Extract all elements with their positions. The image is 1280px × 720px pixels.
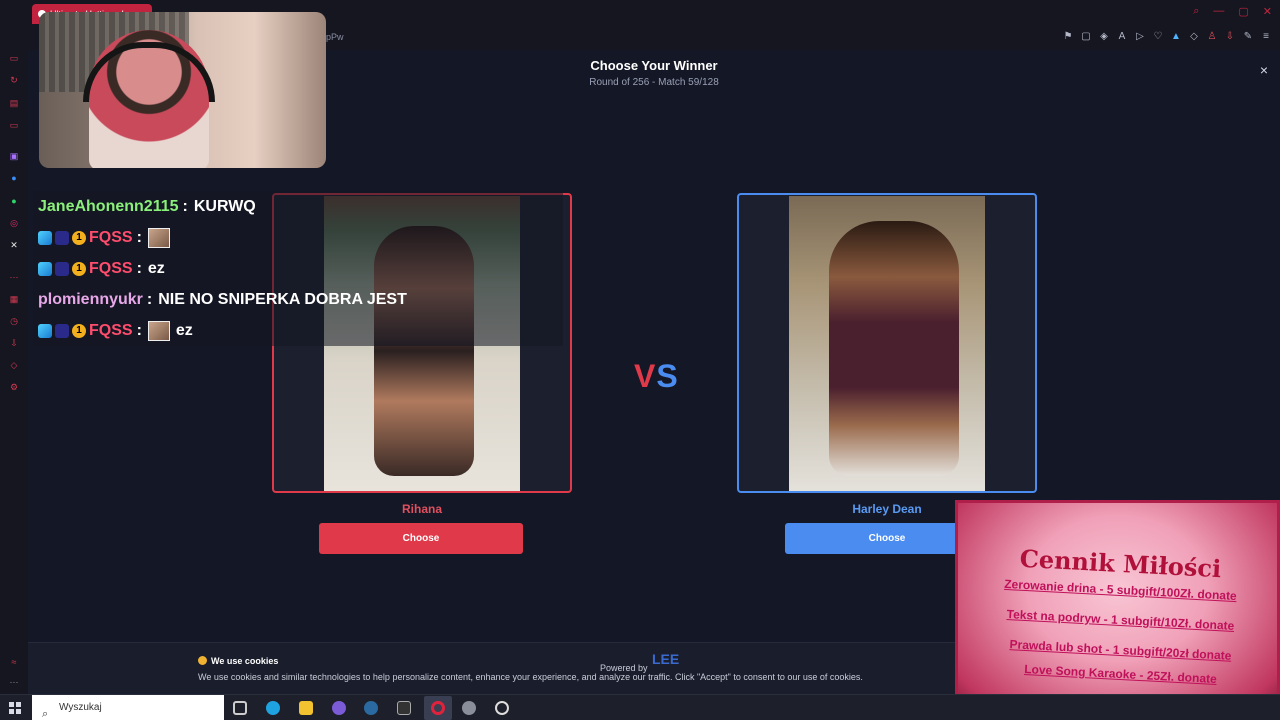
ai-icon[interactable]: ✎ (1242, 31, 1254, 42)
chat-message: plomiennyukr: NIE NO SNIPERKA DOBRA JEST (33, 284, 563, 315)
chat-username: FQSS (89, 259, 133, 277)
flow-icon[interactable]: ⋯ (8, 271, 20, 283)
versus-s: S (656, 358, 679, 394)
chat-overlay: JaneAhonenn2115: KURWQ 1 FQSS: 1 FQSS: ez … (33, 191, 563, 346)
close-window-icon[interactable]: ✕ (1263, 5, 1272, 18)
badge-icon (55, 230, 69, 245)
emote-icon (147, 320, 170, 341)
instagram-icon[interactable]: ◎ (8, 217, 20, 229)
whatsapp-icon[interactable]: ● (8, 195, 20, 207)
search-icon: ⌕ (42, 708, 49, 720)
versus-v: V (634, 358, 657, 394)
file-explorer-icon[interactable] (299, 701, 313, 715)
promo-line: Love Song Karaoke - 25Zł. donate (1023, 661, 1218, 687)
extension-icon[interactable]: ▲ (1170, 31, 1182, 42)
promo-line: Tekst na podryw - 1 subgift/10Zł. donate (1006, 607, 1235, 633)
shield-icon[interactable]: ◈ (1098, 31, 1110, 42)
emote-icon (147, 227, 170, 248)
chat-message: 1 FQSS: (33, 222, 563, 253)
download-icon[interactable]: ⇩ (1224, 31, 1236, 42)
close-button[interactable]: × (1260, 62, 1268, 78)
discord-icon[interactable] (332, 701, 346, 715)
price-list-overlay: Cennik Miłości Zerowanie drina - 5 subgi… (955, 500, 1280, 720)
chat-username: FQSS (89, 321, 133, 339)
contestant-name-left: Rihana (401, 502, 442, 516)
badge-icon (38, 323, 52, 338)
cookie-text: We use cookies and similar technologies … (198, 672, 863, 682)
more-icon[interactable]: ⋯ (8, 676, 20, 688)
obs-icon[interactable] (495, 701, 509, 715)
sub-badge-icon: 1 (72, 323, 86, 338)
epic-games-icon[interactable] (397, 701, 411, 715)
webcam-overlay (39, 12, 326, 168)
chat-text: ez (175, 321, 193, 339)
lee-logo[interactable]: LEE (652, 651, 708, 683)
wallet-icon[interactable]: ▭ (8, 52, 20, 64)
snapshot-icon[interactable]: ▢ (1080, 31, 1092, 42)
browser-sidebar: ▭ ↻ ▤ ▭ ▣ ● ● ◎ ✕ ⋯ ▦ ◷ ⇩ ◇ ⚙ ≈ ⋯ (0, 0, 28, 694)
window-controls: ⌕ — ▢ ✕ (1193, 5, 1272, 18)
x-icon[interactable]: ✕ (8, 239, 20, 251)
minimize-icon[interactable]: — (1213, 5, 1224, 18)
choose-left-button[interactable]: Choose (319, 523, 523, 554)
badge-icon (38, 230, 52, 245)
contestant-photo[interactable] (789, 196, 985, 491)
contestant-figure (829, 221, 959, 476)
chat-text: KURWQ (193, 197, 256, 215)
contestant-card-right[interactable] (737, 193, 1037, 493)
user-icon[interactable]: ♙ (1206, 31, 1218, 42)
heart-icon[interactable]: ♡ (1152, 31, 1164, 42)
download-icon[interactable]: ⇩ (8, 337, 20, 349)
chat-bubble-icon[interactable]: ▭ (8, 119, 20, 131)
translate-icon[interactable]: A (1116, 31, 1128, 42)
twitch-icon[interactable]: ▣ (8, 150, 20, 162)
chat-message: 1 FQSS: ez (33, 315, 563, 346)
windows-start-icon[interactable] (9, 702, 21, 714)
search-placeholder: Wyszukaj (59, 702, 102, 713)
maximize-icon[interactable]: ▢ (1238, 5, 1248, 18)
powered-by-label: Powered by (600, 663, 648, 673)
chat-username: JaneAhonenn2115 (38, 197, 179, 215)
chat-text: NIE NO SNIPERKA DOBRA JEST (158, 290, 407, 308)
chat-username: plomiennyukr (38, 290, 143, 308)
toolbar-icons: ⚑ ▢ ◈ A ▷ ♡ ▲ ◇ ♙ ⇩ ✎ ≡ (1062, 31, 1272, 42)
badge-icon (55, 323, 69, 338)
chat-message: JaneAhonenn2115: KURWQ (33, 191, 563, 222)
sub-badge-icon: 1 (72, 261, 86, 276)
history-icon[interactable]: ↻ (8, 74, 20, 86)
versus-label: VS (634, 358, 679, 395)
chat-username: FQSS (89, 228, 133, 246)
apps-icon[interactable]: ▦ (8, 293, 20, 305)
app-icon[interactable] (462, 701, 476, 715)
menu-icon[interactable]: ≡ (1260, 31, 1272, 42)
bookmark-icon[interactable]: ⚑ (1062, 31, 1074, 42)
badge-icon (38, 261, 52, 276)
edge-icon[interactable] (266, 701, 280, 715)
cube-icon[interactable]: ◇ (8, 359, 20, 371)
messenger-icon[interactable]: ● (8, 172, 20, 184)
clock-icon[interactable]: ◷ (8, 315, 20, 327)
chat-text: ez (147, 259, 165, 277)
task-view-icon[interactable] (233, 701, 247, 715)
settings-icon[interactable]: ⚙ (8, 381, 20, 393)
search-icon[interactable]: ⌕ (1193, 5, 1199, 18)
sub-badge-icon: 1 (72, 230, 86, 245)
taskbar: ⌕ Wyszukaj (0, 694, 1280, 720)
play-icon[interactable]: ▷ (1134, 31, 1146, 42)
chat-message: 1 FQSS: ez (33, 253, 563, 284)
badge-icon (55, 261, 69, 276)
gx-icon[interactable]: ≈ (8, 656, 20, 668)
steam-icon[interactable] (364, 701, 378, 715)
puzzle-icon[interactable]: ◇ (1188, 31, 1200, 42)
cookie-title: We use cookies (198, 656, 278, 666)
opera-gx-icon[interactable] (431, 701, 445, 715)
url-text[interactable]: pPw (326, 32, 344, 42)
bag-icon[interactable]: ▤ (8, 97, 20, 109)
screen: ▭ ↻ ▤ ▭ ▣ ● ● ◎ ✕ ⋯ ▦ ◷ ⇩ ◇ ⚙ ≈ ⋯ Ultima… (0, 0, 1280, 720)
taskbar-search[interactable]: ⌕ Wyszukaj (32, 695, 224, 720)
